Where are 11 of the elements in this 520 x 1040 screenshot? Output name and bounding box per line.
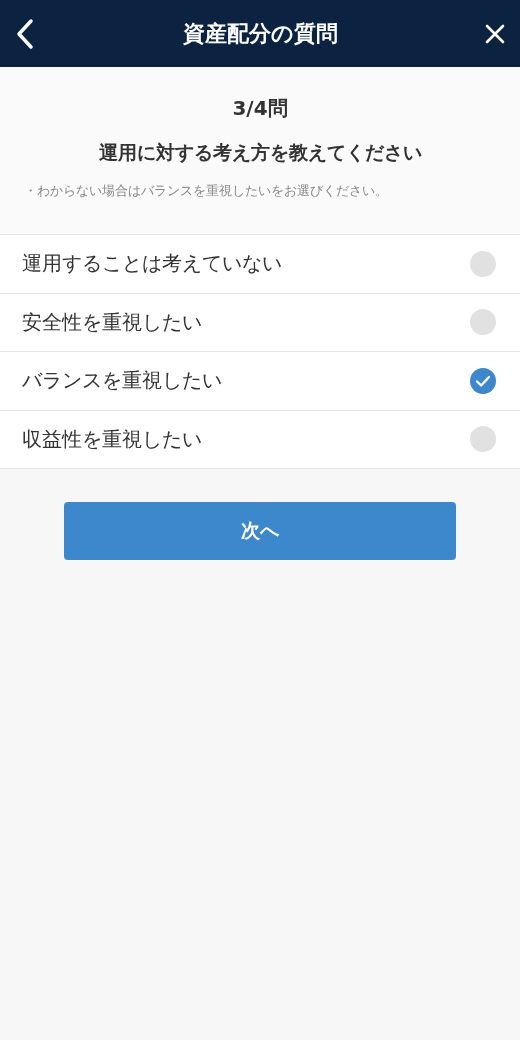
close-icon [484, 22, 506, 45]
hint-text: ・わからない場合はバランスを重視したいをお選びください。 [23, 182, 389, 200]
next-button[interactable]: 次へ [64, 502, 456, 560]
option-label: バランスを重視したい [22, 367, 222, 395]
option-label: 安全性を重視したい [22, 308, 202, 336]
header-title: 資産配分の質問 [182, 19, 338, 48]
option-label: 運用することは考えていない [22, 250, 282, 278]
question-number: 3/4問 [231, 95, 289, 122]
back-chevron-icon [15, 17, 35, 50]
option-label: 収益性を重視したい [22, 425, 202, 453]
question-text: 運用に対する考え方を教えてください [97, 140, 423, 165]
